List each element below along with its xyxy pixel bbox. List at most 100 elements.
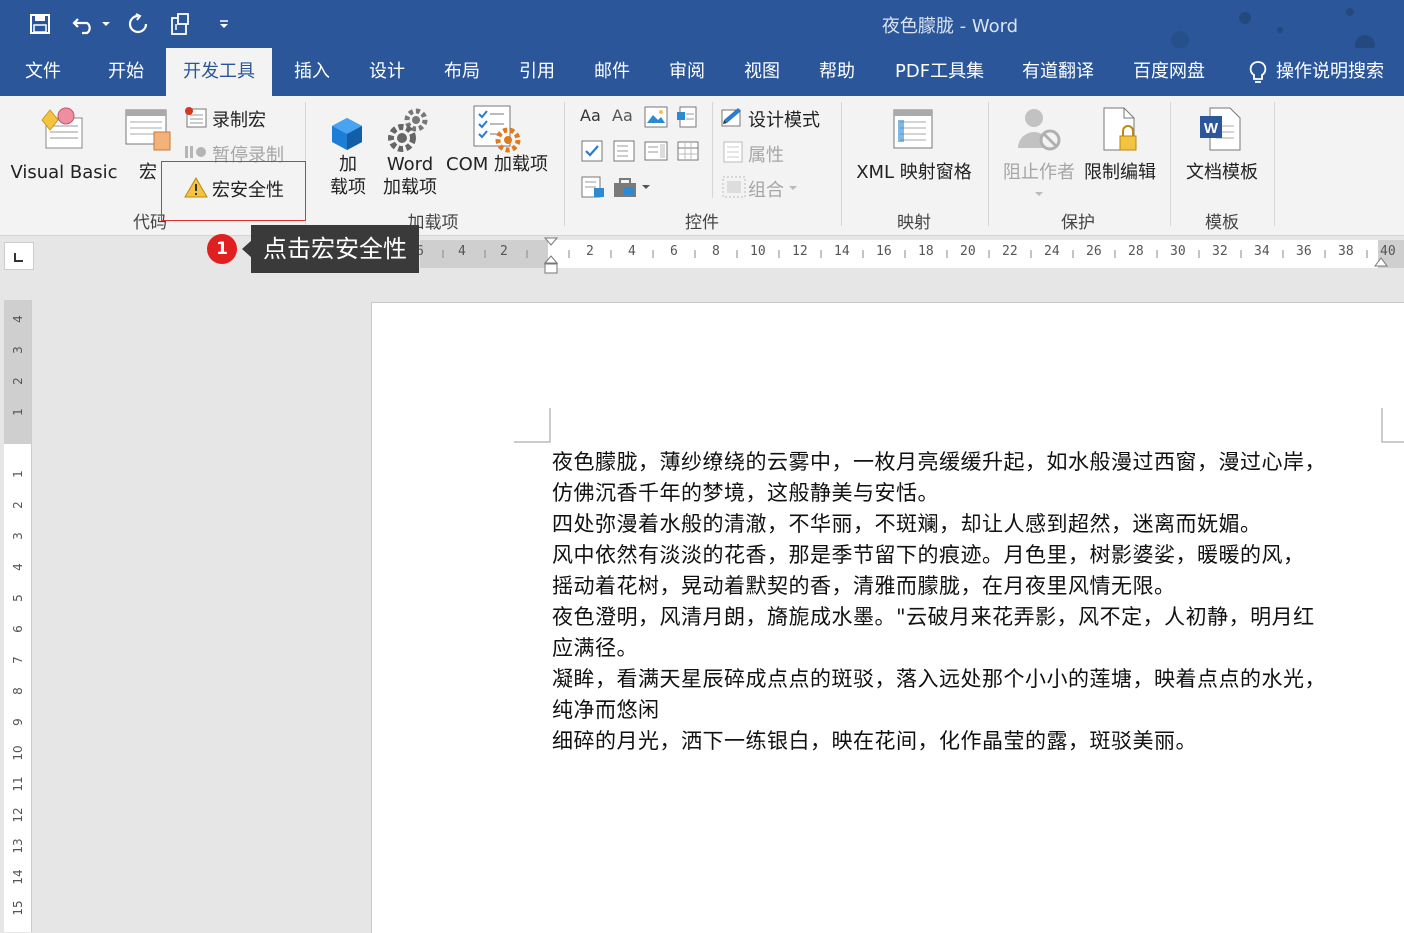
document-line: 纯净而悠闲 (552, 698, 660, 722)
xml-mapping-pane-button[interactable]: XML 映射窗格 (850, 104, 978, 194)
tab-pdf-tools[interactable]: PDF工具集 (878, 48, 1001, 96)
document-line: 四处弥漫着水般的清澈，不华丽，不斑斓，却让人感到超然，迷离而妩媚。 (552, 512, 1262, 536)
vertical-ruler-number: 11 (11, 776, 25, 792)
gears-icon (388, 108, 428, 152)
vertical-ruler-number: 7 (11, 656, 25, 664)
save-icon[interactable] (26, 10, 54, 38)
document-template-label: 文档模板 (1186, 162, 1258, 183)
ruler-ticks (442, 250, 1368, 258)
tab-design[interactable]: 设计 (352, 48, 422, 96)
vertical-ruler-number: 13 (11, 838, 25, 854)
xml-mapping-icon (893, 109, 933, 149)
vertical-ruler-number: 14 (11, 869, 25, 885)
undo-dropdown-icon[interactable] (96, 10, 116, 38)
word-addins-button[interactable]: Word 加载项 (378, 104, 442, 204)
document-line: 摇动着花树，晃动着默契的香，清雅而朦胧，在月夜里风情无限。 (552, 574, 1176, 598)
repeating-section-content-control-icon[interactable] (580, 176, 606, 198)
ribbon-tab-bar: 文件 开始 开发工具 插入 设计 布局 引用 邮件 审阅 视图 帮助 PDF工具… (0, 48, 1404, 96)
properties-label: 属性 (748, 145, 784, 166)
tab-layout[interactable]: 布局 (427, 48, 497, 96)
document-line: 夜色朦胧，薄纱缭绕的云雾中，一枚月亮缓缓升起，如水般漫过西窗，漫过心岸， (552, 450, 1326, 474)
vertical-ruler-number: 10 (11, 745, 25, 761)
callout-tooltip: 点击宏安全性 (251, 225, 419, 273)
properties-button: 属性 (720, 139, 830, 166)
restrict-editing-button[interactable]: 限制编辑 (1080, 104, 1160, 194)
tab-view[interactable]: 视图 (727, 48, 797, 96)
visual-basic-button[interactable]: Visual Basic (8, 104, 120, 194)
design-mode-icon (721, 108, 741, 127)
checkbox-content-control-icon[interactable] (580, 140, 604, 162)
controls-inner-separator (712, 102, 713, 198)
document-line: 仿佛沉香千年的梦境，这般静美与安恬。 (552, 481, 939, 505)
group-separator (841, 102, 842, 226)
block-authors-icon (1018, 109, 1061, 151)
tab-developer[interactable]: 开发工具 (166, 48, 272, 96)
vertical-ruler-number: 4 (11, 563, 25, 571)
document-line: 夜色澄明，风清月朗，旖旎成水墨。"云破月来花弄影，风不定，人初静，明月红 (552, 605, 1315, 629)
rich-text-content-control[interactable]: Aa (580, 106, 606, 130)
tab-mailings[interactable]: 邮件 (577, 48, 647, 96)
block-authors-label: 阻止作者 (1003, 162, 1075, 183)
combo-box-content-control-icon[interactable] (612, 140, 636, 162)
window-title: 夜色朦胧 - Word (881, 16, 1019, 37)
com-addins-icon (473, 105, 521, 153)
group-label-templates: 模板 (1205, 213, 1239, 233)
restrict-editing-label: 限制编辑 (1084, 162, 1156, 183)
chevron-down-icon (1035, 192, 1043, 196)
tab-selector[interactable] (4, 242, 34, 270)
vertical-ruler-number: 5 (11, 594, 25, 602)
xml-mapping-label: XML 映射窗格 (856, 162, 972, 183)
customize-qat-icon[interactable] (212, 10, 236, 38)
tab-file[interactable]: 文件 (8, 48, 78, 96)
vertical-ruler-number: 8 (11, 687, 25, 695)
vertical-ruler-number: 1 (11, 408, 25, 416)
document-line: 风中依然有淡淡的花香，那是季节留下的痕迹。月色里，树影婆娑，暖暖的风， (552, 543, 1305, 567)
tab-review[interactable]: 审阅 (652, 48, 722, 96)
tab-home[interactable]: 开始 (91, 48, 161, 96)
svg-text:W: W (1204, 120, 1219, 137)
tab-help[interactable]: 帮助 (802, 48, 872, 96)
group-button: 组合 (720, 174, 830, 201)
record-macro-icon (185, 107, 207, 128)
legacy-tools-icon[interactable] (612, 176, 652, 198)
chevron-down-icon (789, 186, 797, 190)
vertical-ruler-number: 1 (11, 470, 25, 478)
vertical-ruler-number: 4 (11, 315, 25, 323)
tab-references[interactable]: 引用 (502, 48, 572, 96)
plain-text-content-control[interactable]: Aa (612, 106, 638, 130)
building-block-gallery-icon[interactable] (676, 106, 700, 128)
com-addins-button[interactable]: COM 加载项 (442, 104, 552, 184)
group-label: 组合 (748, 180, 784, 201)
tab-youdao-translate[interactable]: 有道翻译 (1005, 48, 1111, 96)
date-picker-content-control-icon[interactable] (676, 140, 700, 162)
word-addins-label-line1: Word (386, 154, 434, 175)
touch-mode-icon[interactable] (166, 10, 194, 38)
document-line: 细碎的月光，洒下一练银白，映在花间，化作晶莹的露，斑驳美丽。 (552, 729, 1197, 753)
document-template-button[interactable]: W 文档模板 (1180, 104, 1264, 194)
group-separator (564, 102, 565, 226)
dropdown-list-content-control-icon[interactable] (644, 140, 668, 162)
restrict-editing-icon (1103, 107, 1137, 151)
design-mode-button[interactable]: 设计模式 (720, 104, 838, 131)
document-line: 凝眸，看满天星辰碎成点点的斑驳，落入远处那个小小的莲塘，映着点点的水光， (552, 667, 1326, 691)
tell-me-search[interactable]: 操作说明搜索 (1270, 48, 1390, 96)
picture-content-control-icon[interactable] (644, 106, 668, 128)
vertical-ruler-number: 9 (11, 718, 25, 726)
block-authors-button: 阻止作者 (998, 104, 1080, 204)
undo-icon[interactable] (70, 10, 98, 38)
com-addins-label: COM 加载项 (446, 154, 548, 175)
tab-insert[interactable]: 插入 (277, 48, 347, 96)
addins-label-line1: 加 (339, 154, 357, 175)
record-macro-button[interactable]: 录制宏 (184, 104, 294, 131)
vertical-ruler-number: 3 (11, 346, 25, 354)
addins-button[interactable]: 加 载项 (322, 104, 374, 204)
tab-baidu-netdisk[interactable]: 百度网盘 (1116, 48, 1222, 96)
group-separator (988, 102, 989, 226)
redo-icon[interactable] (124, 10, 152, 38)
vertical-ruler-number: 12 (11, 807, 25, 823)
addins-cube-icon (332, 118, 362, 150)
lightbulb-icon[interactable] (1248, 60, 1268, 90)
left-tab-icon (14, 253, 23, 262)
group-separator (1170, 102, 1171, 226)
crop-mark-left (514, 408, 551, 443)
